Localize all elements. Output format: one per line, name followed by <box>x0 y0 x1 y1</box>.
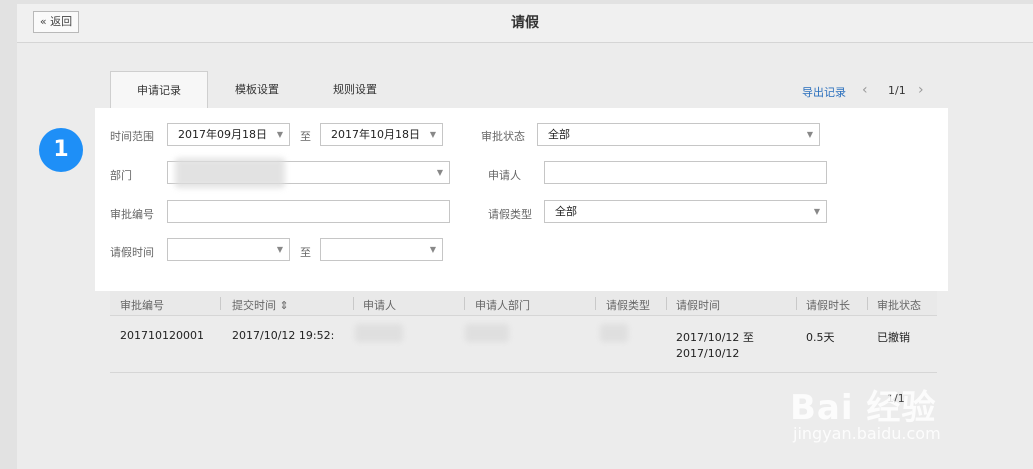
column-header: 审批编号 <box>120 299 164 312</box>
column-divider <box>220 297 221 310</box>
column-header: 申请人部门 <box>475 299 530 312</box>
approval-status-select[interactable]: 全部 ▼ <box>537 123 820 146</box>
applicant-label: 申请人 <box>488 169 521 182</box>
column-divider <box>353 297 354 310</box>
caret-down-icon: ▼ <box>806 130 813 139</box>
column-divider <box>666 297 667 310</box>
leave-time-to-label: 至 <box>300 246 311 259</box>
approval-status-value: 全部 <box>548 128 570 141</box>
step-badge: 1 <box>39 128 83 172</box>
cell-status: 已撤销 <box>877 331 910 344</box>
cell-leave-time-start: 2017/10/12 至 <box>676 331 754 344</box>
cell-leave-time-end: 2017/10/12 <box>676 347 740 360</box>
cell-submit-time: 2017/10/12 19:52: <box>232 329 335 342</box>
column-header-sortable[interactable]: 提交时间 ⇕ <box>232 297 289 313</box>
baidu-watermark: Bai 经验 <box>790 388 937 428</box>
redacted-department <box>175 158 285 188</box>
redacted-department <box>465 324 509 342</box>
approval-no-label: 审批编号 <box>110 208 154 221</box>
time-range-start-value: 2017年09月18日 <box>178 128 267 141</box>
time-range-start-select[interactable]: 2017年09月18日 ▼ <box>167 123 290 146</box>
column-header: 请假时长 <box>806 299 850 312</box>
page-title: 请假 <box>511 15 539 31</box>
leave-type-value: 全部 <box>555 205 577 218</box>
leave-time-label: 请假时间 <box>110 246 154 259</box>
column-header: 申请人 <box>363 299 396 312</box>
export-records-link[interactable]: 导出记录 <box>802 84 846 100</box>
tab-rule-settings[interactable]: 规则设置 <box>306 71 404 108</box>
caret-down-icon: ▼ <box>436 168 443 177</box>
applicant-input[interactable] <box>544 161 827 184</box>
column-header: 请假类型 <box>606 299 650 312</box>
tab-application-records[interactable]: 申请记录 <box>110 71 208 109</box>
column-header: 审批状态 <box>877 299 921 312</box>
table-row[interactable]: 201710120001 2017/10/12 19:52: 2017/10/1… <box>110 316 937 373</box>
department-label: 部门 <box>110 169 132 182</box>
time-range-end-select[interactable]: 2017年10月18日 ▼ <box>320 123 443 146</box>
column-divider <box>464 297 465 310</box>
caret-down-icon: ▼ <box>429 130 436 139</box>
chevron-right-icon[interactable]: › <box>918 82 924 98</box>
caret-down-icon: ▼ <box>276 245 283 254</box>
page-indicator: 1/1 <box>888 84 906 97</box>
cell-duration: 0.5天 <box>806 331 835 344</box>
table-header: 审批编号 提交时间 ⇕ 申请人 申请人部门 请假类型 请假时间 请假时长 审批状… <box>110 291 937 316</box>
baidu-watermark-url: jingyan.baidu.com <box>793 424 941 443</box>
time-range-label: 时间范围 <box>110 130 154 143</box>
chevron-left-icon[interactable]: ‹ <box>862 82 868 98</box>
approval-status-label: 审批状态 <box>481 130 525 143</box>
column-divider <box>796 297 797 310</box>
redacted-applicant <box>355 324 403 342</box>
column-divider <box>867 297 868 310</box>
time-range-end-value: 2017年10月18日 <box>331 128 420 141</box>
leave-time-end-select[interactable]: ▼ <box>320 238 443 261</box>
back-button[interactable]: « 返回 <box>33 11 79 33</box>
caret-down-icon: ▼ <box>813 207 820 216</box>
cell-approval-no: 201710120001 <box>120 329 204 342</box>
tab-template-settings[interactable]: 模板设置 <box>208 71 306 108</box>
time-range-to-label: 至 <box>300 130 311 143</box>
leave-type-label: 请假类型 <box>488 208 532 221</box>
leave-type-select[interactable]: 全部 ▼ <box>544 200 827 223</box>
column-divider <box>595 297 596 310</box>
redacted-leave-type <box>600 324 628 342</box>
caret-down-icon: ▼ <box>276 130 283 139</box>
column-header: 请假时间 <box>676 299 720 312</box>
leave-time-start-select[interactable]: ▼ <box>167 238 290 261</box>
approval-no-input[interactable] <box>167 200 450 223</box>
caret-down-icon: ▼ <box>429 245 436 254</box>
